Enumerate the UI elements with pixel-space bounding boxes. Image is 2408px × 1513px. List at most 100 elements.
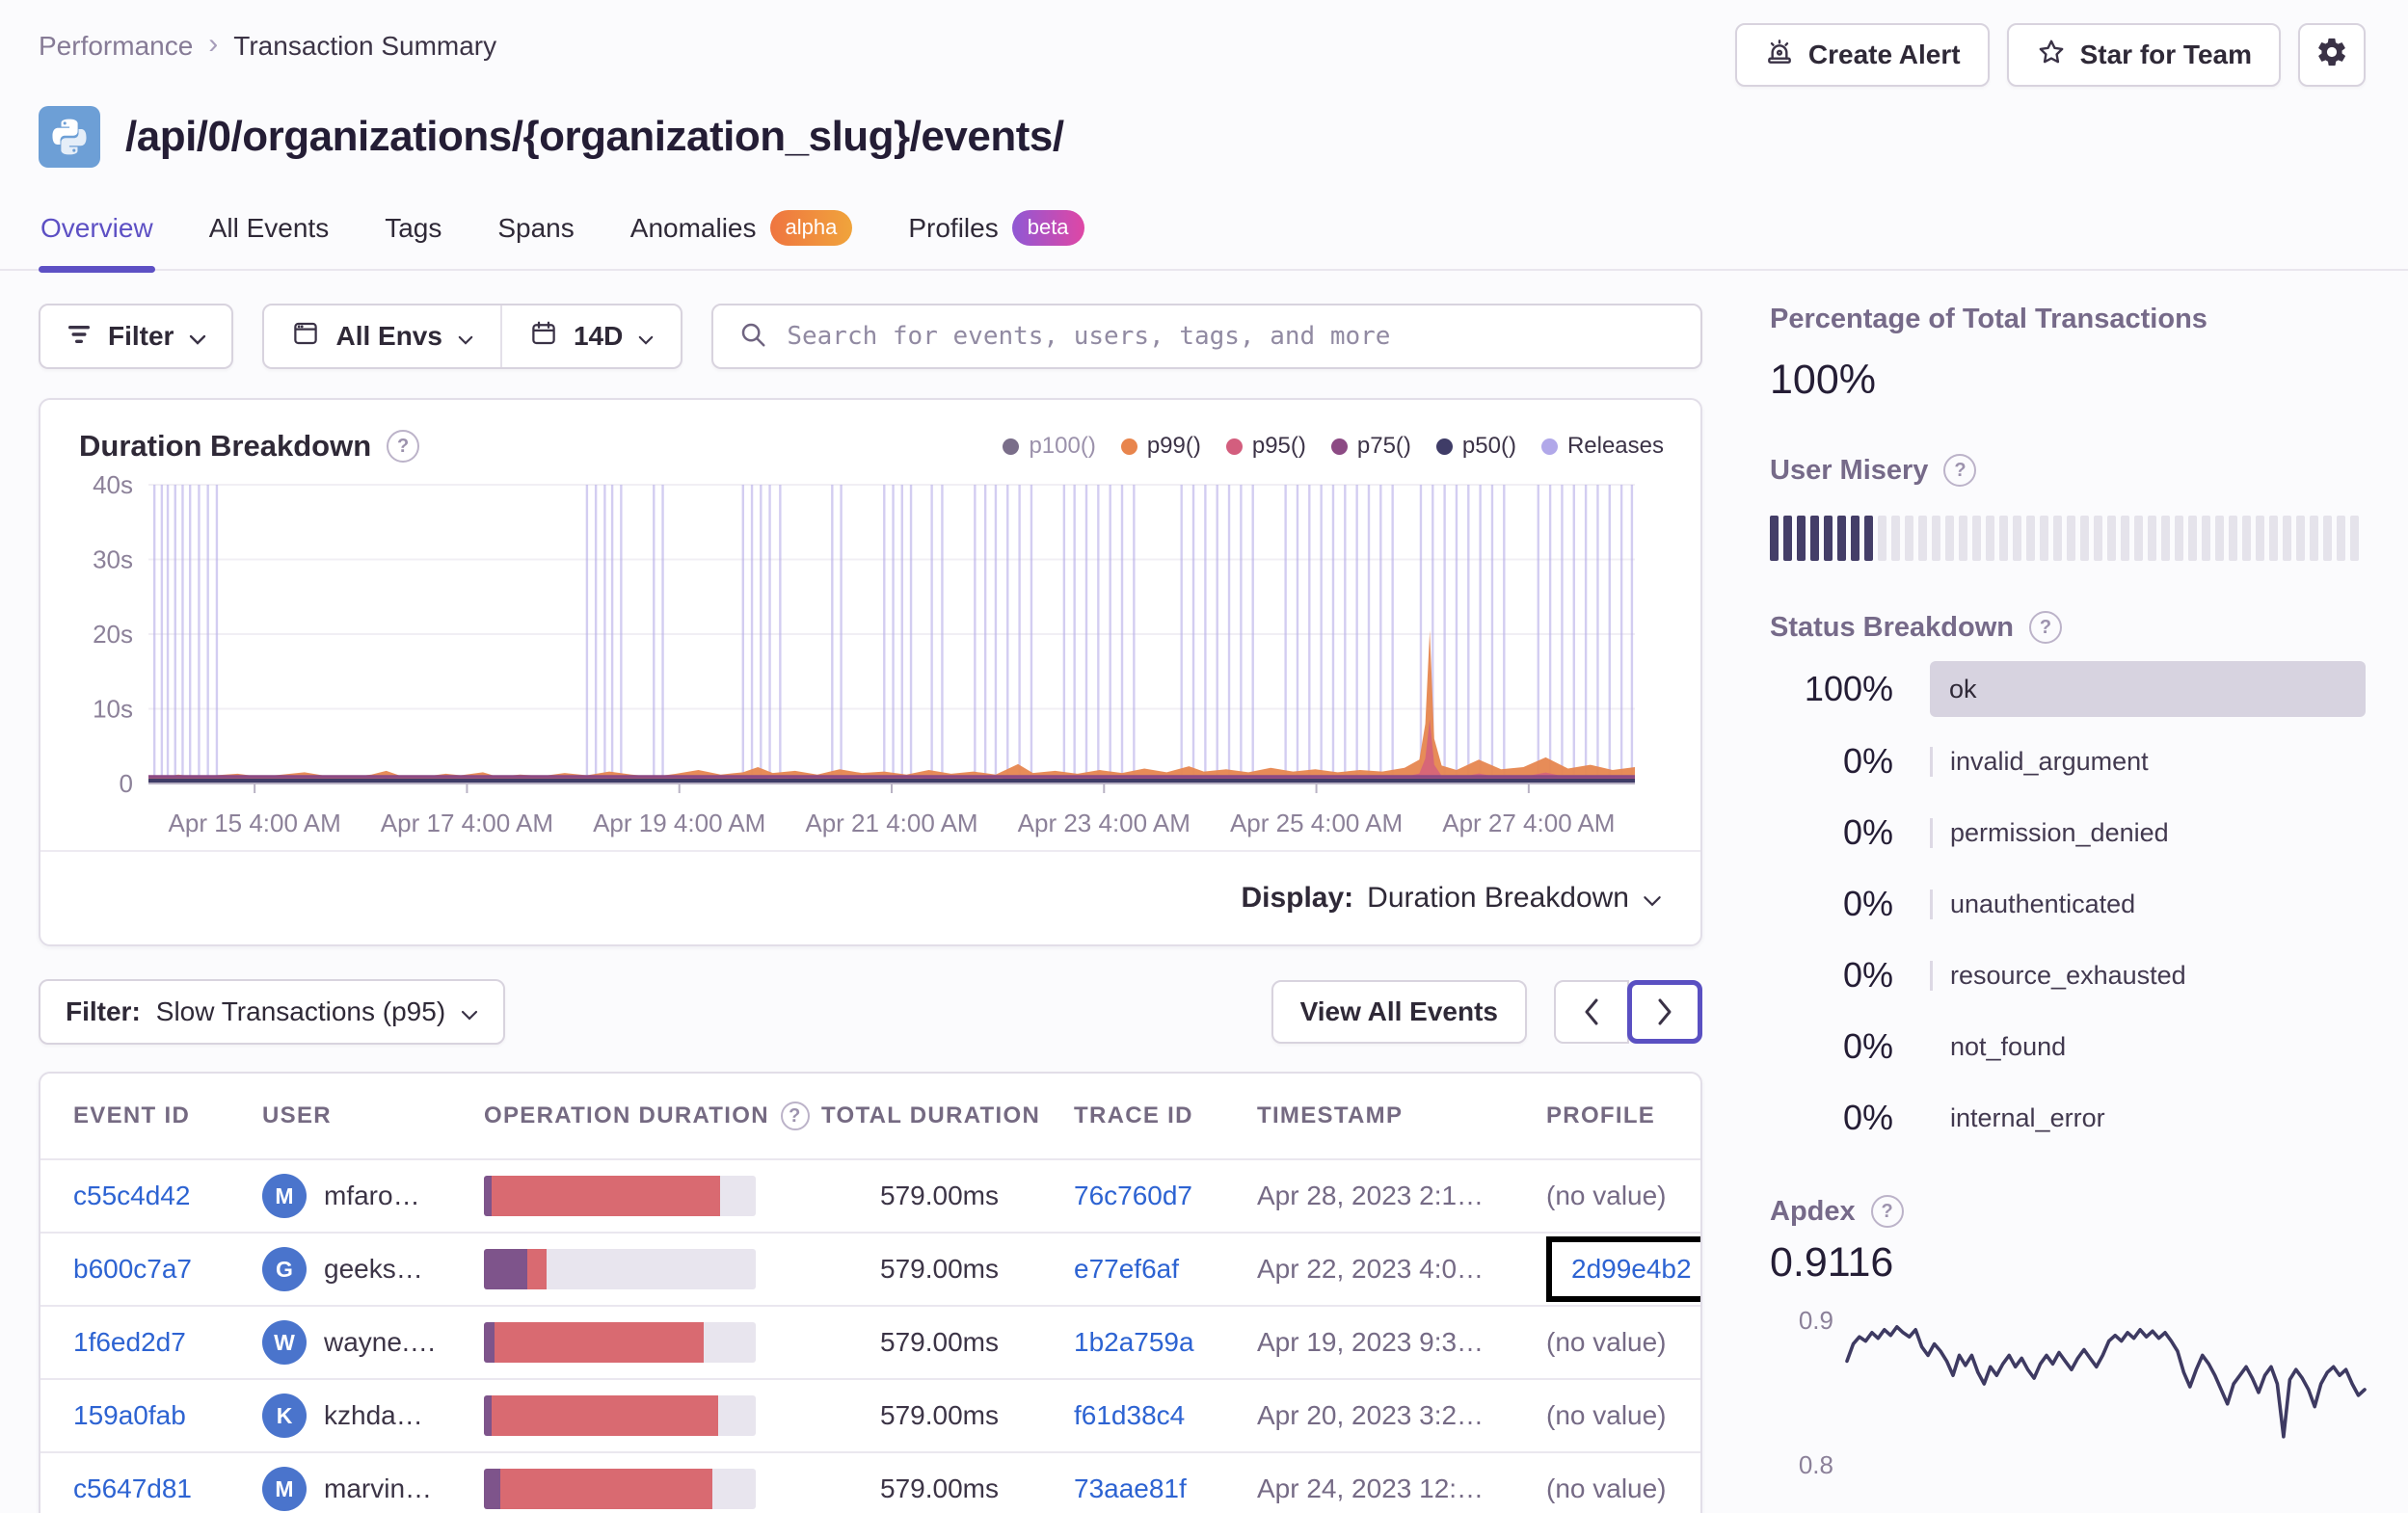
search-box: [711, 304, 1702, 369]
chevron-down-icon: [638, 321, 654, 352]
status-bar: ok: [1930, 661, 2366, 717]
user-misery-label: User Misery: [1770, 454, 1929, 486]
environment-picker[interactable]: All Envs: [264, 305, 499, 367]
timestamp: Apr 20, 2023 3:2…: [1257, 1400, 1485, 1430]
username: kzhda…: [324, 1400, 423, 1430]
view-all-events-button[interactable]: View All Events: [1271, 980, 1527, 1044]
event-id-link[interactable]: c55c4d42: [73, 1181, 262, 1211]
header-actions: Create Alert Star for Team: [1734, 23, 2366, 87]
legend-releases[interactable]: Releases: [1540, 433, 1664, 460]
table-row: c5647d81 Mmarvin… 579.00ms 73aae81f Apr …: [40, 1451, 1700, 1513]
col-user: USER: [262, 1102, 332, 1128]
calendar-icon: [529, 319, 558, 355]
profile-value: (no value): [1546, 1400, 1667, 1430]
profile-cell: 2d99e4b2: [1546, 1236, 1700, 1302]
avatar: G: [262, 1247, 307, 1291]
star-icon: [2036, 37, 2067, 74]
svg-text:10s: 10s: [93, 695, 133, 724]
username: mfaro…: [324, 1181, 420, 1210]
profile-link[interactable]: 2d99e4b2: [1571, 1254, 1692, 1284]
help-icon[interactable]: ?: [387, 430, 420, 463]
events-filter-value: Slow Transactions (p95): [155, 996, 446, 1026]
status-breakdown-section: Status Breakdown ? 100% ok 0% invalid_ar…: [1770, 611, 2366, 1145]
avatar: M: [262, 1174, 307, 1218]
svg-text:Apr 27 4:00 AM: Apr 27 4:00 AM: [1442, 809, 1615, 837]
apdex-value: 0.9116: [1770, 1239, 1894, 1286]
timestamp: Apr 28, 2023 2:1…: [1257, 1181, 1485, 1210]
help-icon[interactable]: ?: [780, 1102, 810, 1130]
next-page-button[interactable]: [1627, 980, 1702, 1044]
total-transactions-section: Percentage of Total Transactions 100%: [1770, 304, 2366, 404]
tab-all-events[interactable]: All Events: [207, 200, 332, 269]
username: marvin…: [324, 1473, 433, 1503]
tab-anomalies[interactable]: Anomalies alpha: [629, 200, 855, 269]
chevron-down-icon: [458, 321, 473, 352]
svg-text:Apr 17 4:00 AM: Apr 17 4:00 AM: [381, 809, 553, 837]
date-range-label: 14D: [573, 321, 624, 351]
filter-dropdown[interactable]: Filter: [39, 304, 234, 369]
legend-p99[interactable]: p99(): [1120, 433, 1201, 460]
tab-overview[interactable]: Overview: [39, 200, 155, 273]
trace-id-link[interactable]: 73aae81f: [1074, 1473, 1257, 1504]
profile-value: (no value): [1546, 1473, 1667, 1503]
slow-transactions-filter-dropdown[interactable]: Filter: Slow Transactions (p95): [39, 979, 506, 1045]
environment-label: All Envs: [335, 321, 442, 351]
status-row: 0% resource_exhausted: [1842, 955, 2186, 995]
events-table-header: EVENT ID USER OPERATION DURATION ? TOTAL…: [40, 1074, 1700, 1158]
tab-tags[interactable]: Tags: [383, 200, 443, 269]
display-value: Duration Breakdown: [1367, 882, 1629, 914]
user-misery-section: User Misery ?: [1770, 454, 2366, 561]
avatar: W: [262, 1320, 307, 1365]
tab-bar: Overview All Events Tags Spans Anomalies…: [0, 200, 2408, 273]
beta-badge: beta: [1011, 210, 1084, 246]
help-icon[interactable]: ?: [1870, 1195, 1904, 1228]
legend-p100[interactable]: p100(): [1003, 433, 1096, 460]
col-operation-duration: OPERATION DURATION ?: [484, 1102, 821, 1130]
trace-id-link[interactable]: f61d38c4: [1074, 1400, 1257, 1431]
svg-text:30s: 30s: [93, 545, 133, 574]
chevron-down-icon: [461, 996, 478, 1027]
trace-id-link[interactable]: e77ef6af: [1074, 1254, 1257, 1285]
username: geeks…: [324, 1254, 423, 1284]
search-input[interactable]: [787, 322, 1675, 351]
settings-button[interactable]: [2298, 23, 2366, 87]
main-column: Filter All Envs 14D Search for events, u…: [39, 304, 1702, 1513]
trace-id-link[interactable]: 76c760d7: [1074, 1181, 1257, 1211]
highlight-box: 2d99e4b2: [1546, 1236, 1700, 1302]
legend-dot: [1003, 438, 1020, 455]
help-icon[interactable]: ?: [2029, 611, 2062, 644]
tab-profiles[interactable]: Profiles beta: [906, 200, 1085, 269]
event-id-link[interactable]: b600c7a7: [73, 1254, 262, 1285]
help-icon[interactable]: ?: [1943, 454, 1977, 487]
trace-id-link[interactable]: 1b2a759a: [1074, 1327, 1257, 1358]
total-duration: 579.00ms: [880, 1400, 999, 1430]
user-misery-bar: [1770, 516, 2366, 561]
operation-duration-bar: [484, 1176, 756, 1216]
event-id-link[interactable]: 159a0fab: [73, 1400, 262, 1431]
breadcrumb-current: Transaction Summary: [233, 31, 497, 61]
breadcrumb-performance[interactable]: Performance: [39, 31, 193, 62]
operation-duration-bar: [484, 1469, 756, 1509]
tab-spans[interactable]: Spans: [495, 200, 575, 269]
previous-page-button[interactable]: [1554, 980, 1629, 1044]
breadcrumb-chevron-icon: ›: [208, 28, 219, 60]
event-id-link[interactable]: c5647d81: [73, 1473, 262, 1504]
search-icon: [738, 320, 767, 354]
filter-bar: Filter All Envs 14D Search for events, u…: [39, 304, 1702, 369]
date-range-picker[interactable]: 14D: [499, 305, 681, 367]
svg-text:Apr 19 4:00 AM: Apr 19 4:00 AM: [593, 809, 765, 837]
profile-value: (no value): [1546, 1327, 1667, 1357]
legend-p75[interactable]: p75(): [1330, 433, 1411, 460]
apdex-label: Apdex: [1770, 1195, 1856, 1227]
create-alert-button[interactable]: Create Alert: [1734, 23, 1990, 87]
star-for-team-label: Star for Team: [2079, 40, 2252, 69]
legend-p50[interactable]: p50(): [1435, 433, 1516, 460]
window-icon: [291, 319, 320, 355]
event-id-link[interactable]: 1f6ed2d7: [73, 1327, 262, 1358]
apdex-section: Apdex ? 0.9116 0.9 0.8: [1770, 1195, 2367, 1486]
display-dropdown[interactable]: Display: Duration Breakdown: [1241, 882, 1662, 915]
star-for-team-button[interactable]: Star for Team: [2006, 23, 2281, 87]
username: wayne.…: [324, 1327, 437, 1357]
timestamp: Apr 24, 2023 12:…: [1257, 1473, 1485, 1503]
legend-p95[interactable]: p95(): [1225, 433, 1306, 460]
